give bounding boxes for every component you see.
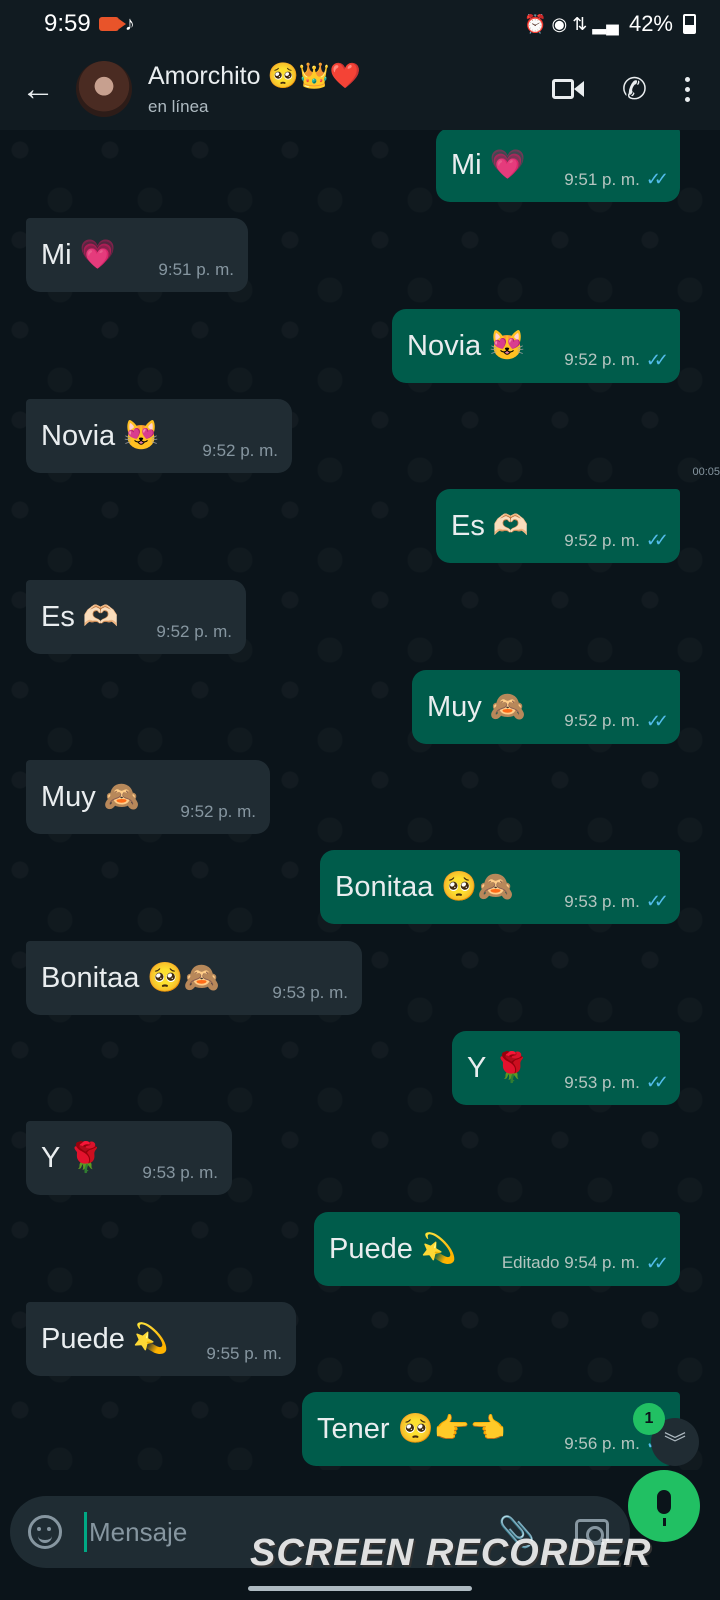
incoming-message[interactable]: Puede 💫 9:55 p. m.	[26, 1301, 296, 1376]
outgoing-message[interactable]: Novia 😻 9:52 p. m. ✓✓	[392, 308, 680, 383]
message-time: 9:53 p. m.	[142, 1163, 218, 1183]
emoji-icon[interactable]	[28, 1515, 62, 1549]
incoming-message[interactable]: Y 🌹 9:53 p. m.	[26, 1121, 232, 1196]
read-receipt-icon: ✓✓	[645, 710, 669, 731]
contact-avatar[interactable]	[76, 61, 132, 117]
message-text: Muy 🙈	[41, 781, 140, 814]
read-receipt-icon: ✓✓	[645, 1072, 669, 1092]
message-meta: 9:51 p. m. ✓✓	[564, 169, 669, 202]
message-time: Editado 9:54 p. m.	[501, 1253, 640, 1273]
read-receipt-icon: ✓✓	[645, 1252, 669, 1273]
message-text: Tener 🥺👉👈	[317, 1413, 506, 1446]
message-text: Puede 💫	[329, 1232, 458, 1265]
contact-name: Amorchito 🥺👑❤️	[148, 61, 361, 90]
message-meta: 9:52 p. m.	[156, 622, 232, 654]
incoming-message[interactable]: Es 🫶🏻 9:52 p. m.	[26, 579, 246, 654]
incoming-message[interactable]: Mi 💗 9:51 p. m.	[26, 218, 248, 293]
battery-fill	[685, 25, 694, 32]
video-call-icon[interactable]	[551, 77, 584, 101]
system-indicator-icons: ⏰ ◉ ⇅ ▂▄	[524, 13, 619, 34]
battery-percent: 42%	[628, 11, 673, 36]
screen-recorder-watermark: SCREEN RECORDER	[250, 1532, 652, 1574]
message-time: 9:53 p. m.	[272, 982, 348, 1002]
outgoing-message[interactable]: Bonitaa 🥺🙈 9:53 p. m. ✓✓	[320, 850, 680, 925]
message-meta: 9:55 p. m.	[206, 1344, 282, 1376]
outgoing-message[interactable]: Tener 🥺👉👈9:56 p. m.✓✓	[302, 1392, 680, 1467]
system-icons: ⏰ ◉ ⇅ ▂▄ 42%	[524, 11, 696, 37]
message-text: Novia 😻	[41, 419, 160, 452]
notification-icons: ♪	[98, 12, 135, 36]
message-time: 9:52 p. m.	[202, 440, 278, 460]
incoming-message[interactable]: Novia 😻 9:52 p. m.	[26, 398, 292, 473]
header-actions: ✆	[551, 72, 720, 107]
status-bar: 9:59 ♪ ⏰ ◉ ⇅ ▂▄ 42%	[0, 0, 720, 48]
incoming-message[interactable]: Muy 🙈 9:52 p. m.	[26, 760, 270, 835]
contact-info[interactable]: Amorchito 🥺👑❤️ en línea	[148, 62, 552, 117]
message-time: 9:52 p. m.	[564, 530, 640, 550]
message-time: 9:55 p. m.	[206, 1343, 282, 1363]
message-time: 9:53 p. m.	[564, 1072, 640, 1092]
outgoing-message[interactable]: Mi 💗 9:51 p. m. ✓✓	[436, 130, 680, 202]
message-text: Muy 🙈	[427, 690, 526, 723]
message-meta: 9:52 p. m.	[180, 802, 256, 834]
read-receipt-icon: ✓✓	[645, 891, 669, 912]
voice-call-icon[interactable]: ✆	[622, 72, 647, 107]
battery-icon	[683, 14, 696, 34]
message-meta: 9:53 p. m.	[272, 983, 348, 1015]
message-meta: 9:52 p. m. ✓✓	[564, 710, 669, 744]
video-timestamp-label: 00:05	[692, 466, 720, 478]
more-options-icon[interactable]	[685, 76, 690, 102]
message-text: Bonitaa 🥺🙈	[335, 871, 514, 904]
message-text: Y 🌹	[467, 1052, 530, 1084]
message-meta: 9:52 p. m. ✓✓	[564, 349, 669, 383]
message-text: Y 🌹	[41, 1142, 104, 1175]
message-meta: 9:52 p. m.	[202, 441, 278, 473]
message-time: 9:52 p. m.	[180, 802, 256, 822]
chat-header: ← Amorchito 🥺👑❤️ en línea ✆	[0, 48, 720, 130]
outgoing-message[interactable]: Es 🫶🏻 9:52 p. m. ✓✓	[436, 489, 680, 564]
message-meta: 9:53 p. m.	[142, 1163, 218, 1195]
read-receipt-icon: ✓✓	[645, 349, 669, 370]
chat-area[interactable]: Mi 💗 9:51 p. m. ✓✓ Mi 💗 9:51 p. m. Novia 😻 9:5…	[0, 130, 720, 1470]
unread-count-badge: 1	[633, 1403, 665, 1435]
message-time: 9:56 p. m.	[564, 1433, 640, 1453]
message-time: 9:52 p. m.	[564, 711, 640, 731]
message-time: 9:51 p. m.	[564, 169, 640, 189]
message-text: Bonitaa 🥺🙈	[41, 961, 220, 994]
tiktok-icon: ♪	[124, 12, 135, 35]
message-text: Puede 💫	[41, 1322, 170, 1355]
message-text: Es 🫶🏻	[41, 600, 120, 633]
microphone-icon	[657, 1490, 671, 1526]
outgoing-message[interactable]: Y 🌹 9:53 p. m. ✓✓	[452, 1031, 680, 1105]
outgoing-message[interactable]: Puede 💫 Editado 9:54 p. m. ✓✓	[314, 1211, 680, 1286]
read-receipt-icon: ✓✓	[645, 530, 669, 551]
home-indicator[interactable]	[248, 1586, 472, 1591]
message-meta: 9:51 p. m.	[158, 260, 234, 292]
message-text: Novia 😻	[407, 329, 526, 362]
message-text: Mi 💗	[451, 149, 526, 181]
screen-record-icon	[98, 17, 126, 31]
message-meta: Editado 9:54 p. m. ✓✓	[501, 1252, 669, 1286]
message-text: Mi 💗	[41, 239, 116, 272]
read-receipt-icon: ✓✓	[645, 169, 669, 189]
message-time: 9:52 p. m.	[564, 350, 640, 370]
message-meta: 9:52 p. m. ✓✓	[564, 530, 669, 563]
back-arrow-icon[interactable]: ←	[0, 70, 76, 109]
message-time: 9:52 p. m.	[156, 621, 232, 641]
message-meta: 9:53 p. m. ✓✓	[564, 891, 669, 924]
message-text: Es 🫶🏻	[451, 510, 530, 543]
message-time: 9:51 p. m.	[158, 260, 234, 280]
status-time: 9:59	[44, 10, 91, 37]
incoming-message[interactable]: Bonitaa 🥺🙈 9:53 p. m.	[26, 940, 362, 1015]
contact-status: en línea	[148, 96, 209, 116]
message-time: 9:53 p. m.	[564, 891, 640, 911]
outgoing-message[interactable]: Muy 🙈 9:52 p. m. ✓✓	[412, 669, 680, 744]
message-meta: 9:53 p. m. ✓✓	[564, 1072, 669, 1105]
